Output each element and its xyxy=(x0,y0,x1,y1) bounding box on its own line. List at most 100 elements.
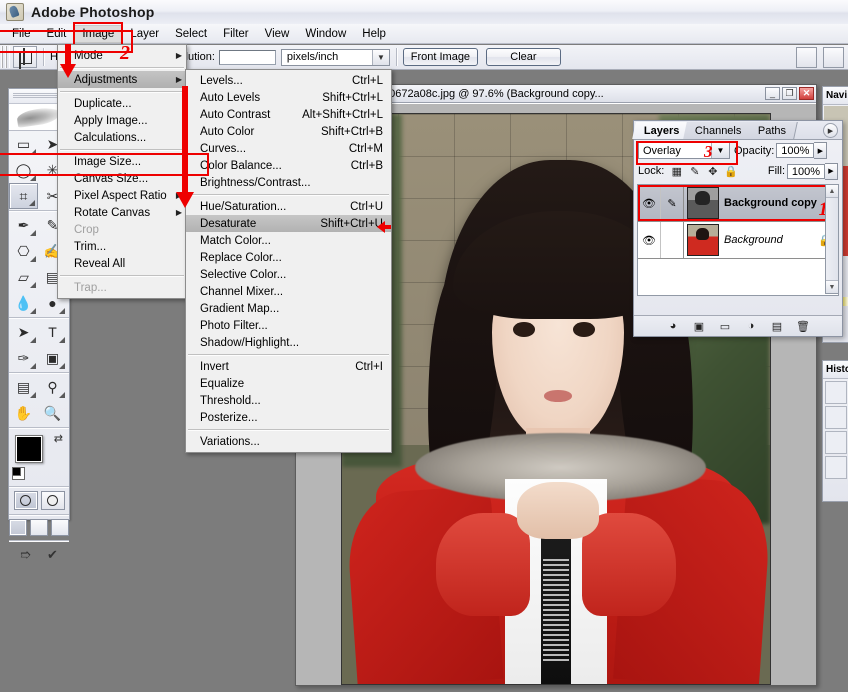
layer-visibility-toggle[interactable]: 👁 xyxy=(638,222,661,258)
opacity-stepper[interactable]: ▶ xyxy=(814,142,828,159)
restore-button[interactable]: ❐ xyxy=(782,87,797,100)
options-bar-grip[interactable] xyxy=(1,46,10,68)
menu-item-auto-color[interactable]: Auto Color Shift+Ctrl+B xyxy=(186,123,391,140)
layer-mask-icon[interactable]: ▣ xyxy=(692,319,707,333)
menu-item-calculations[interactable]: Calculations... xyxy=(58,129,186,146)
layer-edit-indicator[interactable]: ✎ xyxy=(661,185,684,221)
menu-item-photo-filter[interactable]: Photo Filter... xyxy=(186,317,391,334)
menu-item-match-color[interactable]: Match Color... xyxy=(186,232,391,249)
menu-item-adjustments[interactable]: Adjustments ▶ xyxy=(58,71,186,88)
swap-colors-icon[interactable]: ⇄ xyxy=(54,432,63,445)
table-row[interactable]: 👁 Background 🔒 xyxy=(638,222,838,259)
menu-item-equalize[interactable]: Equalize xyxy=(186,375,391,392)
scroll-down-icon[interactable]: ▼ xyxy=(826,280,838,293)
blend-mode-select[interactable]: Overlay ▼ xyxy=(638,142,730,159)
fill-stepper[interactable]: ▶ xyxy=(825,162,838,180)
menu-item-apply-image[interactable]: Apply Image... xyxy=(58,112,186,129)
navigator-tab-strip[interactable]: Navi xyxy=(823,87,848,105)
zoom-tool[interactable]: 🔍 xyxy=(38,400,67,426)
crop-tool-icon[interactable] xyxy=(13,46,37,68)
menu-help[interactable]: Help xyxy=(354,25,394,43)
file-browser-icon[interactable] xyxy=(796,46,817,68)
lock-transparency-icon[interactable]: ▦ xyxy=(669,164,684,179)
panel-menu-icon[interactable]: ▶ xyxy=(823,123,838,138)
layer-thumbnail[interactable] xyxy=(687,224,719,256)
notes-tool[interactable]: ▤ xyxy=(9,374,38,400)
resolution-input[interactable] xyxy=(218,49,276,65)
resolution-unit-select[interactable]: pixels/inch ▼ xyxy=(280,48,390,66)
blur-tool[interactable]: 💧 xyxy=(9,290,38,316)
layer-thumbnail[interactable] xyxy=(687,187,719,219)
shape-tool[interactable]: ▣ xyxy=(38,345,67,371)
layer-edit-indicator[interactable] xyxy=(661,222,684,258)
menu-filter[interactable]: Filter xyxy=(215,25,257,43)
foreground-color-swatch[interactable] xyxy=(15,435,43,463)
menu-item-levels[interactable]: Levels... Ctrl+L xyxy=(186,72,391,89)
menu-item-rotate-canvas[interactable]: Rotate Canvas ▶ xyxy=(58,204,186,221)
crop-tool[interactable]: ⌗ xyxy=(9,183,38,209)
menu-item-invert[interactable]: Invert Ctrl+I xyxy=(186,358,391,375)
new-group-icon[interactable]: ▭ xyxy=(718,319,733,333)
menu-window[interactable]: Window xyxy=(297,25,354,43)
menu-item-selective-color[interactable]: Selective Color... xyxy=(186,266,391,283)
menu-edit[interactable]: Edit xyxy=(39,25,75,43)
new-layer-icon[interactable]: ▤ xyxy=(770,319,785,333)
menu-file[interactable]: File xyxy=(4,25,39,43)
menu-item-desaturate[interactable]: Desaturate Shift+Ctrl+U xyxy=(186,215,391,232)
scroll-up-icon[interactable]: ▲ xyxy=(826,185,838,198)
healing-brush-tool[interactable]: ✒ xyxy=(9,212,38,238)
menu-item-shadow-highlight[interactable]: Shadow/Highlight... xyxy=(186,334,391,351)
menu-item-gradient-map[interactable]: Gradient Map... xyxy=(186,300,391,317)
layers-scrollbar[interactable]: ▲ ▼ xyxy=(825,184,839,294)
history-tab-strip[interactable]: Histo xyxy=(823,361,848,379)
hand-tool[interactable]: ✋ xyxy=(9,400,38,426)
front-image-button[interactable]: Front Image xyxy=(402,48,478,66)
menu-item-duplicate[interactable]: Duplicate... xyxy=(58,95,186,112)
tab-channels[interactable]: Channels xyxy=(683,122,754,139)
menu-item-mode[interactable]: Mode ▶ xyxy=(58,47,186,64)
menu-item-canvas-size[interactable]: Canvas Size... xyxy=(58,170,186,187)
fill-value[interactable]: 100% xyxy=(787,163,825,179)
history-state-row[interactable] xyxy=(825,431,847,454)
menu-item-curves[interactable]: Curves... Ctrl+M xyxy=(186,140,391,157)
jump-to-imageready-icon[interactable]: ➱ xyxy=(15,546,37,564)
close-button[interactable]: ✕ xyxy=(799,87,814,100)
minimize-button[interactable]: _ xyxy=(765,87,780,100)
type-tool[interactable]: T xyxy=(38,319,67,345)
lock-position-icon[interactable]: ✥ xyxy=(705,164,720,179)
menu-item-pixel-aspect-ratio[interactable]: Pixel Aspect Ratio ▶ xyxy=(58,187,186,204)
tab-navigator[interactable]: Navi xyxy=(823,90,847,101)
menu-item-brightness-contrast[interactable]: Brightness/Contrast... xyxy=(186,174,391,191)
menu-item-hue-saturation[interactable]: Hue/Saturation... Ctrl+U xyxy=(186,198,391,215)
menu-layer[interactable]: Layer xyxy=(122,25,167,43)
layer-name[interactable]: Background copy xyxy=(724,197,838,209)
layer-visibility-toggle[interactable]: 👁 xyxy=(638,185,661,221)
path-selection-tool[interactable]: ➤ xyxy=(9,319,38,345)
table-row[interactable]: 👁 ✎ Background copy 1 xyxy=(638,185,838,222)
layer-name[interactable]: Background xyxy=(724,234,818,246)
full-screen-menubar-button[interactable] xyxy=(30,519,48,536)
lock-all-icon[interactable]: 🔒 xyxy=(723,164,738,179)
clear-button[interactable]: Clear xyxy=(485,48,561,66)
layer-style-icon[interactable]: ◕ xyxy=(666,319,681,333)
menu-item-auto-contrast[interactable]: Auto Contrast Alt+Shift+Ctrl+L xyxy=(186,106,391,123)
menu-item-threshold[interactable]: Threshold... xyxy=(186,392,391,409)
menu-view[interactable]: View xyxy=(257,25,298,43)
menu-item-color-balance[interactable]: Color Balance... Ctrl+B xyxy=(186,157,391,174)
history-state-row[interactable] xyxy=(825,406,847,429)
tab-paths[interactable]: Paths xyxy=(746,122,798,139)
lock-image-icon[interactable]: ✎ xyxy=(687,164,702,179)
menu-item-variations[interactable]: Variations... xyxy=(186,433,391,450)
quick-mask-mode-button[interactable] xyxy=(40,491,65,510)
opacity-value[interactable]: 100% xyxy=(776,143,815,158)
menu-item-reveal-all[interactable]: Reveal All xyxy=(58,255,186,272)
menu-item-channel-mixer[interactable]: Channel Mixer... xyxy=(186,283,391,300)
menu-item-trim[interactable]: Trim... xyxy=(58,238,186,255)
edit-in-imageready-icon[interactable]: ✔ xyxy=(42,546,64,564)
eraser-tool[interactable]: ▱ xyxy=(9,264,38,290)
menu-select[interactable]: Select xyxy=(167,25,215,43)
new-adjustment-layer-icon[interactable]: ◑ xyxy=(744,319,759,333)
menu-item-replace-color[interactable]: Replace Color... xyxy=(186,249,391,266)
pen-tool[interactable]: ✑ xyxy=(9,345,38,371)
clone-stamp-tool[interactable]: ⎔ xyxy=(9,238,38,264)
